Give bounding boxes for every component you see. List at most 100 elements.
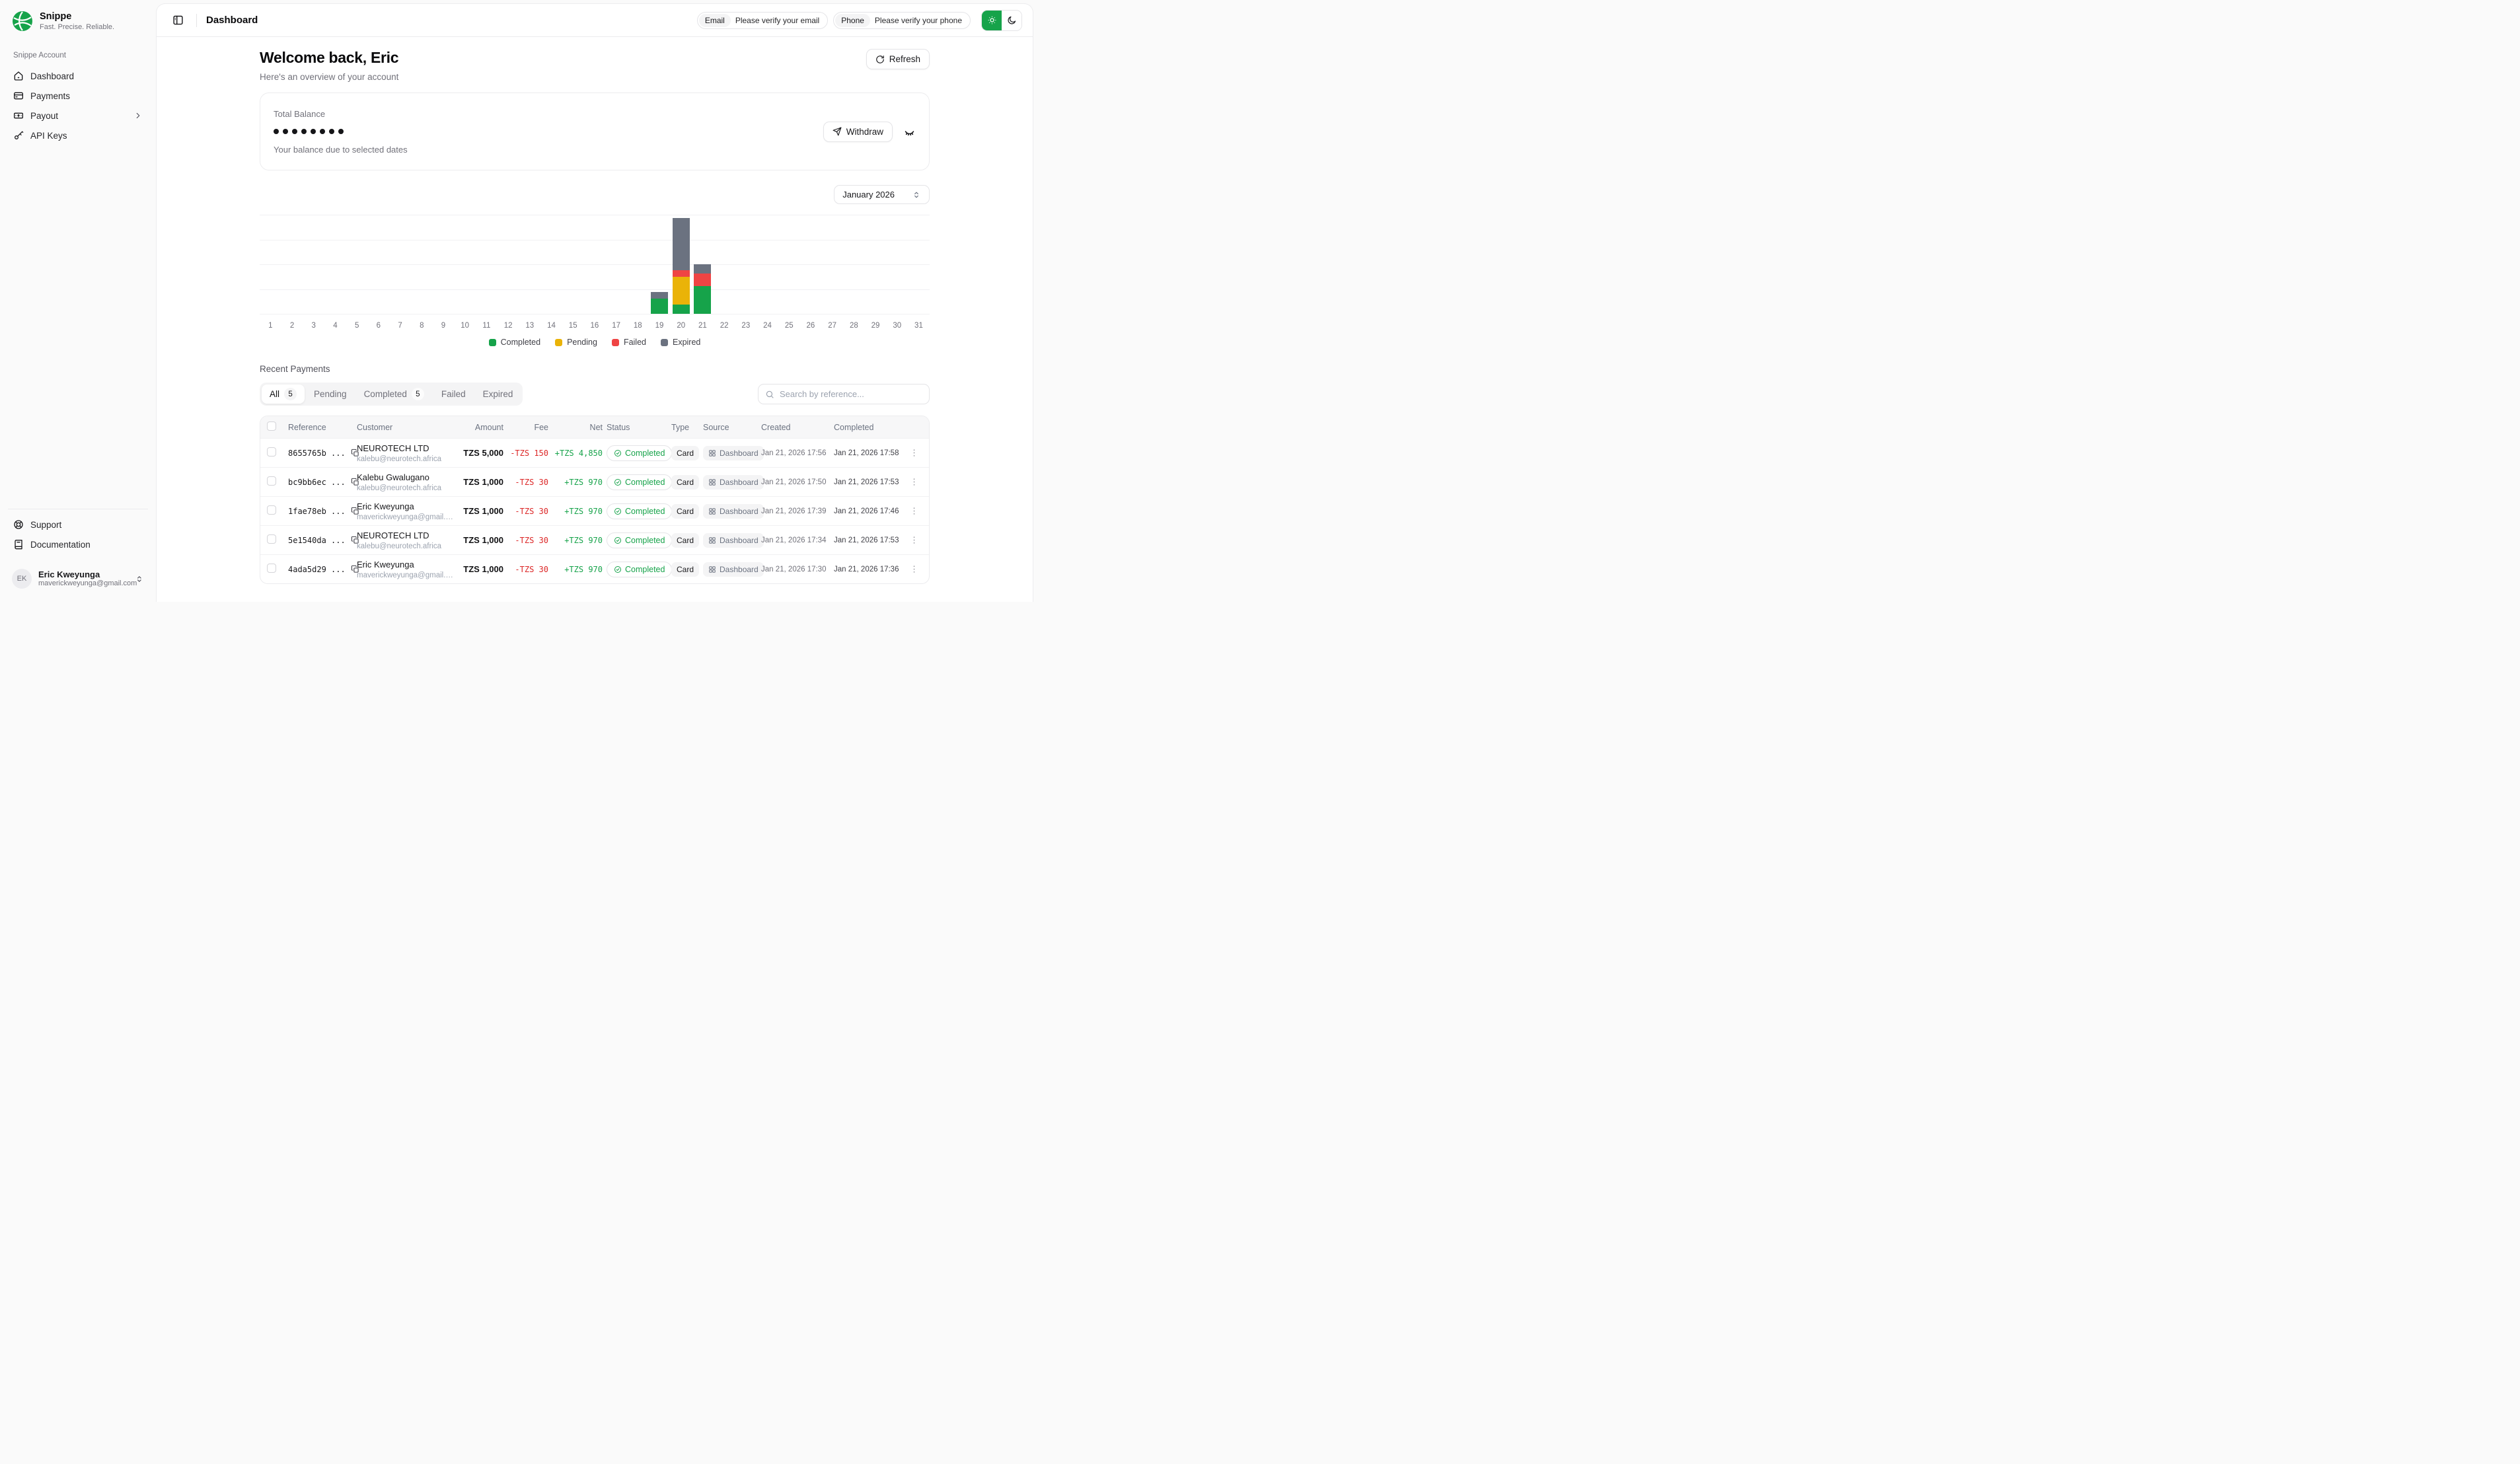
- source-label: Dashboard: [720, 536, 759, 545]
- chart-day-column: [498, 215, 519, 314]
- light-mode-button[interactable]: [982, 11, 1002, 30]
- select-all-checkbox[interactable]: [267, 421, 276, 431]
- row-checkbox[interactable]: [267, 505, 276, 515]
- bar-segment-expired-day-19[interactable]: [651, 292, 668, 298]
- legend-item-pending: Pending: [555, 338, 597, 347]
- table-row[interactable]: 8655765b ...NEUROTECH LTDkalebu@neurotec…: [260, 438, 929, 467]
- toggle-balance-visibility-button[interactable]: [903, 126, 916, 138]
- bar-segment-failed-day-20[interactable]: [673, 270, 690, 276]
- status-label: Completed: [625, 565, 665, 574]
- row-actions-menu-button[interactable]: [908, 563, 920, 575]
- amount-value: TZS 1,000: [459, 535, 503, 545]
- chart-legend: CompletedPendingFailedExpired: [260, 338, 930, 347]
- dark-mode-button[interactable]: [1002, 11, 1021, 30]
- verify-email-badge[interactable]: EmailPlease verify your email: [697, 12, 828, 29]
- completed-date: Jan 21, 2026 17:53: [834, 478, 904, 486]
- bar-segment-completed-day-21[interactable]: [694, 286, 711, 314]
- bar-segment-failed-day-21[interactable]: [694, 274, 711, 286]
- sidebar-item-api-keys[interactable]: API Keys: [8, 126, 148, 145]
- row-actions-menu-button[interactable]: [908, 505, 920, 517]
- chart-day-column: [389, 215, 411, 314]
- search-input[interactable]: [780, 389, 922, 399]
- column-header-created: Created: [761, 423, 830, 432]
- sidebar-item-dashboard[interactable]: Dashboard: [8, 66, 148, 86]
- sidebar-item-payments[interactable]: Payments: [8, 86, 148, 106]
- tab-label: Completed: [364, 389, 407, 399]
- brand-tagline: Fast. Precise. Reliable.: [40, 23, 114, 31]
- credit-card-icon: [13, 91, 24, 101]
- verify-phone-badge[interactable]: PhonePlease verify your phone: [833, 12, 971, 29]
- moon-icon: [1007, 15, 1017, 25]
- chart-day-column: [865, 215, 887, 314]
- withdraw-button[interactable]: Withdraw: [823, 122, 893, 142]
- x-axis-tick-label: 31: [908, 322, 930, 330]
- bar-segment-expired-day-20[interactable]: [673, 218, 690, 271]
- x-axis-tick-label: 7: [389, 322, 411, 330]
- x-axis-tick-label: 8: [411, 322, 433, 330]
- bar-segment-expired-day-21[interactable]: [694, 264, 711, 274]
- masked-balance: [274, 129, 408, 134]
- row-actions-menu-button[interactable]: [908, 447, 920, 459]
- sidebar-item-documentation[interactable]: Documentation: [8, 534, 148, 554]
- x-axis-tick-label: 13: [519, 322, 540, 330]
- amount-value: TZS 1,000: [459, 564, 503, 574]
- refresh-icon: [875, 55, 885, 64]
- row-actions-menu-button[interactable]: [908, 534, 920, 546]
- column-header-net: Net: [552, 423, 603, 432]
- table-row[interactable]: bc9bb6ec ...Kalebu Gwaluganokalebu@neuro…: [260, 467, 929, 496]
- tab-pending[interactable]: Pending: [306, 386, 355, 402]
- legend-swatch: [661, 339, 668, 346]
- bar-segment-pending-day-20[interactable]: [673, 277, 690, 305]
- layout-grid-icon: [708, 536, 716, 544]
- row-checkbox[interactable]: [267, 534, 276, 544]
- chart-day-column: [281, 215, 303, 314]
- table-row[interactable]: 1fae78eb ...Eric Kweyungamaverickweyunga…: [260, 496, 929, 525]
- bar-segment-completed-day-19[interactable]: [651, 299, 668, 314]
- sidebar-item-support[interactable]: Support: [8, 515, 148, 534]
- user-menu[interactable]: EK Eric Kweyunga maverickweyunga@gmail.c…: [8, 564, 148, 594]
- bar-segment-completed-day-20[interactable]: [673, 305, 690, 314]
- month-selector[interactable]: January 2026: [834, 185, 930, 204]
- row-checkbox[interactable]: [267, 564, 276, 573]
- sidebar-item-label: Dashboard: [30, 71, 74, 81]
- payments-table: ReferenceCustomerAmountFeeNetStatusTypeS…: [260, 416, 930, 584]
- tab-failed[interactable]: Failed: [433, 386, 474, 402]
- tab-expired[interactable]: Expired: [475, 386, 521, 402]
- chart-day-column: [605, 215, 627, 314]
- sidebar-item-label: Support: [30, 520, 61, 530]
- table-row[interactable]: 5e1540da ...NEUROTECH LTDkalebu@neurotec…: [260, 525, 929, 554]
- table-body: 8655765b ...NEUROTECH LTDkalebu@neurotec…: [260, 438, 929, 583]
- customer-name: Eric Kweyunga: [357, 501, 455, 511]
- snippe-logo-icon: [12, 11, 33, 32]
- panel-left-icon: [172, 15, 184, 26]
- chart-day-column: [433, 215, 455, 314]
- tab-count-badge: 5: [412, 388, 424, 400]
- ellipsis-vertical-icon: [909, 564, 919, 574]
- source-label: Dashboard: [720, 449, 759, 458]
- row-actions-menu-button[interactable]: [908, 476, 920, 488]
- sidebar-toggle-button[interactable]: [168, 11, 187, 30]
- row-checkbox[interactable]: [267, 447, 276, 457]
- refresh-button[interactable]: Refresh: [866, 49, 930, 69]
- sidebar-item-payout[interactable]: Payout: [8, 106, 148, 126]
- chart-day-column: [627, 215, 649, 314]
- chevrons-up-down-icon: [135, 574, 144, 584]
- sidebar-footer: Support Documentation EK Eric Kweyunga ma…: [8, 509, 148, 594]
- tab-completed[interactable]: Completed 5: [356, 384, 432, 404]
- row-checkbox[interactable]: [267, 476, 276, 486]
- source-label: Dashboard: [720, 565, 759, 574]
- completed-date: Jan 21, 2026 17:36: [834, 566, 904, 573]
- customer-email: kalebu@neurotech.africa: [357, 484, 455, 492]
- x-axis-tick-label: 17: [605, 322, 627, 330]
- x-axis-tick-label: 21: [692, 322, 714, 330]
- net-value: +TZS 970: [552, 536, 603, 545]
- search-icon: [765, 390, 774, 399]
- chart-day-column: [757, 215, 778, 314]
- x-axis-tick-label: 22: [714, 322, 735, 330]
- x-axis-tick-label: 20: [670, 322, 692, 330]
- table-row[interactable]: 4ada5d29 ...Eric Kweyungamaverickweyunga…: [260, 554, 929, 583]
- source-label: Dashboard: [720, 478, 759, 487]
- tab-all[interactable]: All5: [262, 384, 305, 404]
- x-axis-tick-label: 4: [324, 322, 346, 330]
- status-label: Completed: [625, 536, 665, 545]
